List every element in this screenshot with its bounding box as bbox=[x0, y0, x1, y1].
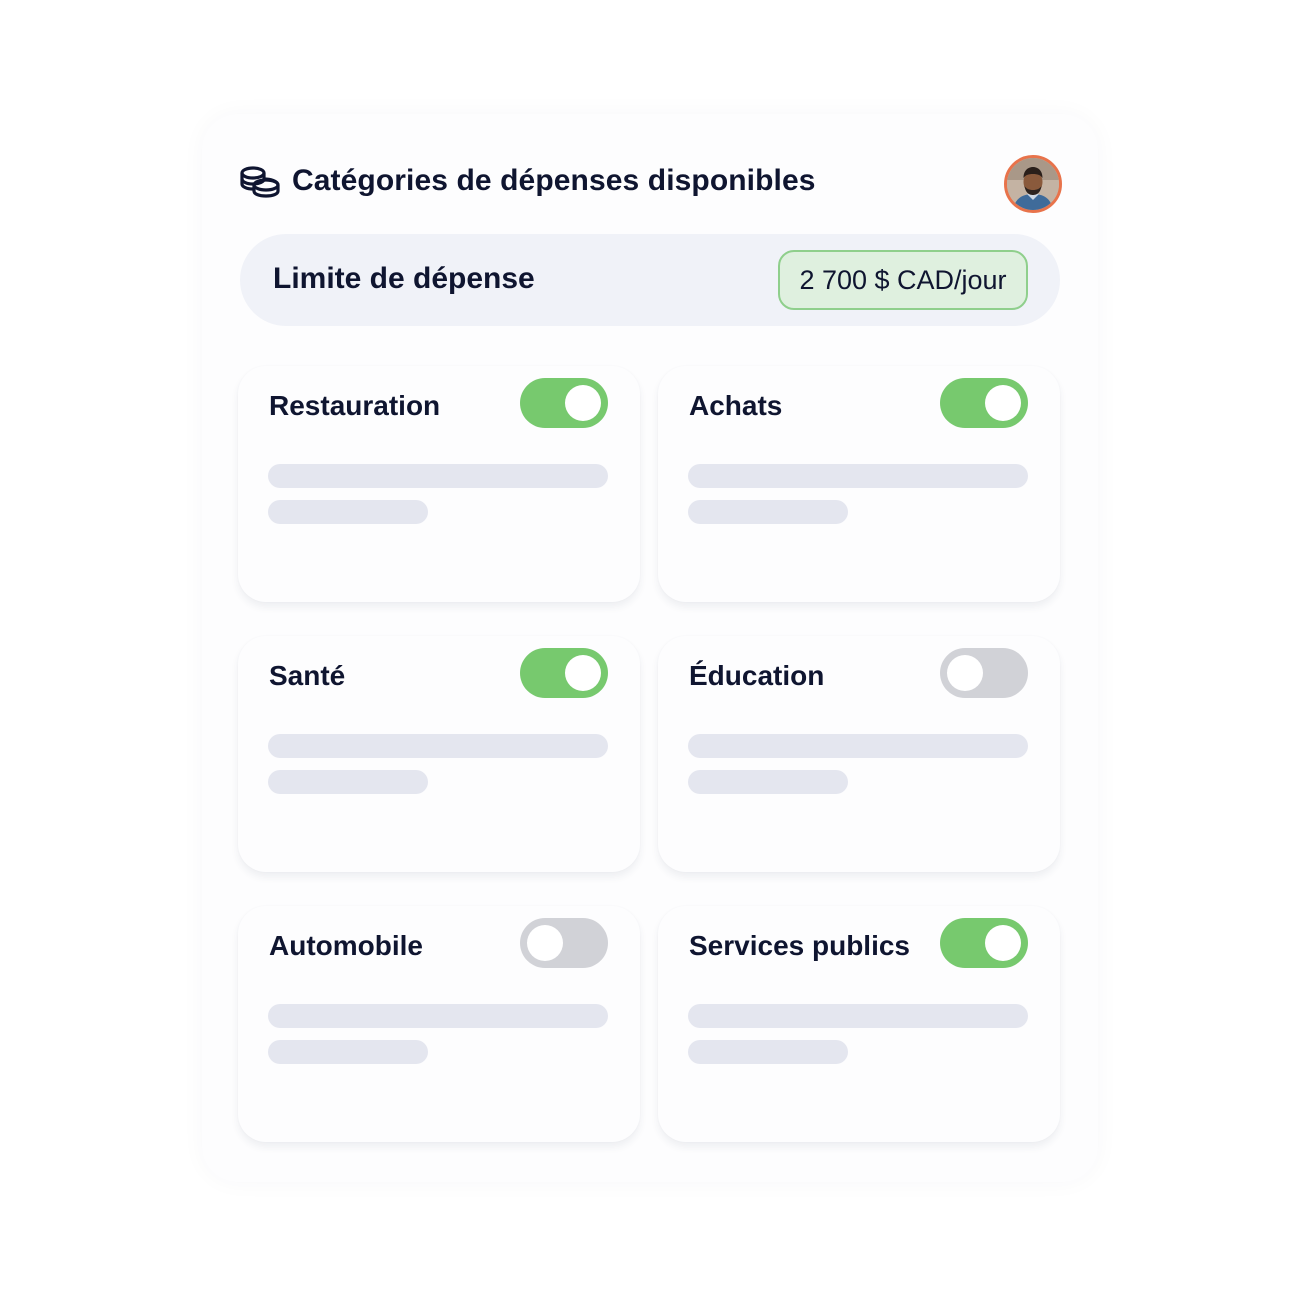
toggle-knob bbox=[985, 925, 1021, 961]
spending-limit-badge[interactable]: 2 700 $ CAD/jour bbox=[778, 250, 1028, 310]
category-label: Services publics bbox=[689, 930, 911, 961]
skeleton-line bbox=[268, 464, 608, 488]
skeleton-line bbox=[688, 1004, 1028, 1028]
spending-limit-label: Limite de dépense bbox=[273, 262, 535, 295]
spending-limit-bar: Limite de dépense 2 700 $ CAD/jour bbox=[240, 234, 1060, 326]
category-card-services-publics: Services publics bbox=[658, 906, 1060, 1142]
skeleton-line bbox=[688, 500, 848, 524]
panel-header: Catégories de dépenses disponibles bbox=[240, 155, 1062, 213]
category-toggle[interactable] bbox=[940, 378, 1028, 428]
category-label: Achats bbox=[689, 390, 783, 421]
category-card-sante: Santé bbox=[238, 636, 640, 872]
skeleton-line bbox=[268, 500, 428, 524]
category-toggle[interactable] bbox=[940, 918, 1028, 968]
toggle-knob bbox=[985, 385, 1021, 421]
toggle-knob bbox=[565, 655, 601, 691]
category-label: Santé bbox=[269, 660, 346, 691]
toggle-knob bbox=[527, 925, 563, 961]
category-toggle[interactable] bbox=[520, 918, 608, 968]
category-toggle[interactable] bbox=[520, 648, 608, 698]
toggle-knob bbox=[947, 655, 983, 691]
category-card-restauration: Restauration bbox=[238, 366, 640, 602]
coins-icon bbox=[240, 165, 280, 199]
skeleton-line bbox=[688, 1040, 848, 1064]
category-label: Automobile bbox=[269, 930, 423, 961]
skeleton-line bbox=[688, 464, 1028, 488]
avatar[interactable] bbox=[1004, 155, 1062, 213]
skeleton-line bbox=[268, 1040, 428, 1064]
category-card-education: Éducation bbox=[658, 636, 1060, 872]
skeleton-line bbox=[688, 770, 848, 794]
skeleton-line bbox=[688, 734, 1028, 758]
skeleton-line bbox=[268, 734, 608, 758]
category-card-achats: Achats bbox=[658, 366, 1060, 602]
skeleton-line bbox=[268, 1004, 608, 1028]
category-card-automobile: Automobile bbox=[238, 906, 640, 1142]
category-label: Éducation bbox=[689, 660, 825, 691]
page-title: Catégories de dépenses disponibles bbox=[292, 164, 816, 197]
toggle-knob bbox=[565, 385, 601, 421]
category-toggle[interactable] bbox=[940, 648, 1028, 698]
category-toggle[interactable] bbox=[520, 378, 608, 428]
skeleton-line bbox=[268, 770, 428, 794]
category-label: Restauration bbox=[269, 390, 441, 421]
